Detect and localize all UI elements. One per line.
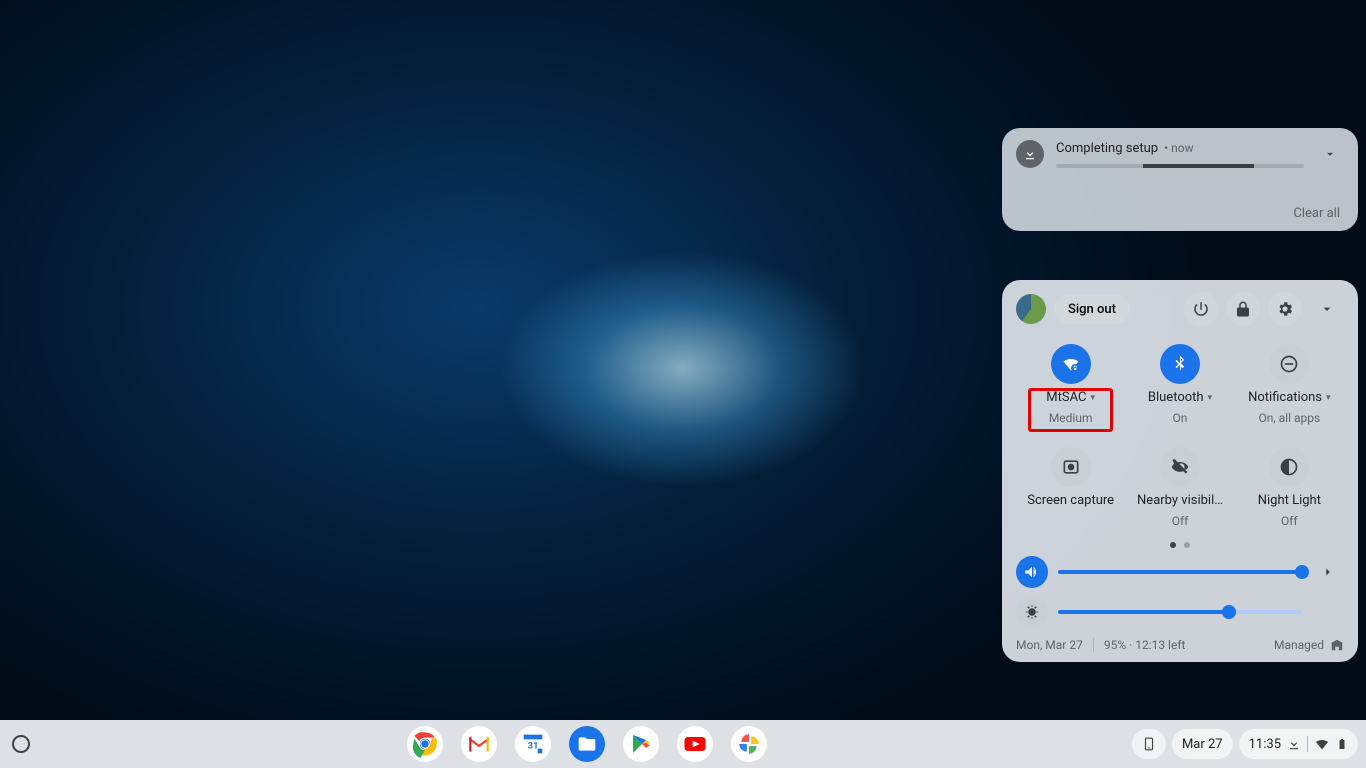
footer-battery: 95% · 12:13 left: [1104, 638, 1186, 652]
phone-hub-icon[interactable]: [1132, 729, 1166, 759]
qs-tile-dnd[interactable]: Notifications▾ On, all apps: [1235, 344, 1344, 425]
qs-tile-bluetooth[interactable]: Bluetooth▾ On: [1125, 344, 1234, 425]
youtube-icon[interactable]: [677, 726, 713, 762]
capture-icon: [1051, 447, 1091, 487]
qs-tile-night[interactable]: Night Light Off: [1235, 447, 1344, 528]
visibility-off-icon: [1160, 447, 1200, 487]
page-indicator[interactable]: [1016, 542, 1344, 548]
quick-settings-panel: Sign out MtSAC▾ Medium Bluetooth▾ On Notific…: [1002, 280, 1358, 662]
tile-sublabel: Medium: [1049, 411, 1093, 425]
play-store-icon[interactable]: [623, 726, 659, 762]
qs-tile-wifi[interactable]: MtSAC▾ Medium: [1016, 344, 1125, 425]
download-icon: [1016, 140, 1044, 168]
notification-time: now: [1171, 141, 1194, 155]
volume-slider[interactable]: [1058, 570, 1302, 574]
lock-icon[interactable]: [1226, 292, 1260, 326]
notification-title: Completing setup: [1056, 141, 1158, 156]
shelf-apps: 31: [42, 726, 1132, 762]
files-icon[interactable]: [569, 726, 605, 762]
clear-all-button[interactable]: Clear all: [1016, 206, 1344, 221]
footer-date: Mon, Mar 27: [1016, 638, 1083, 652]
notification-card: Completing setup • now Clear all: [1002, 128, 1358, 231]
tile-sublabel: On, all apps: [1258, 411, 1320, 425]
calendar-icon[interactable]: 31: [515, 726, 551, 762]
wifi-icon: [1051, 344, 1091, 384]
photos-icon[interactable]: [731, 726, 767, 762]
gmail-icon[interactable]: [461, 726, 497, 762]
tile-label: MtSAC▾: [1046, 390, 1095, 405]
chevron-down-icon[interactable]: [1316, 140, 1344, 168]
shelf: 31 Mar 27 11:35: [0, 720, 1366, 768]
desktop-wallpaper: Completing setup • now Clear all Sign ou…: [0, 0, 1366, 768]
notification-progress: [1056, 164, 1304, 168]
managed-indicator[interactable]: Managed: [1274, 638, 1344, 652]
chrome-icon[interactable]: [407, 726, 443, 762]
night-icon: [1269, 447, 1309, 487]
tile-sublabel: Off: [1172, 514, 1189, 528]
battery-status-icon: [1336, 736, 1348, 752]
dnd-icon: [1269, 344, 1309, 384]
status-tray[interactable]: 11:35: [1239, 729, 1358, 759]
audio-settings-icon[interactable]: [1312, 565, 1344, 579]
sign-out-button[interactable]: Sign out: [1054, 294, 1130, 324]
tile-label: Screen capture: [1027, 493, 1114, 508]
tile-label: Notifications▾: [1248, 390, 1330, 405]
tile-sublabel: Off: [1281, 514, 1298, 528]
tile-label: Bluetooth▾: [1148, 390, 1212, 405]
bluetooth-icon: [1160, 344, 1200, 384]
volume-icon[interactable]: [1016, 556, 1048, 588]
tile-sublabel: On: [1173, 411, 1188, 425]
avatar[interactable]: [1016, 294, 1046, 324]
download-indicator-icon: [1287, 737, 1301, 751]
wifi-status-icon: [1314, 736, 1330, 752]
brightness-icon[interactable]: [1016, 596, 1048, 628]
tile-label: Night Light: [1258, 493, 1321, 508]
power-icon[interactable]: [1184, 292, 1218, 326]
qs-tile-capture[interactable]: Screen capture: [1016, 447, 1125, 528]
tile-label: Nearby visibil…: [1137, 493, 1223, 508]
shelf-date[interactable]: Mar 27: [1172, 729, 1233, 759]
qs-tile-visibility-off[interactable]: Nearby visibil… Off: [1125, 447, 1234, 528]
shelf-time: 11:35: [1249, 737, 1281, 752]
gear-icon[interactable]: [1268, 292, 1302, 326]
collapse-icon[interactable]: [1310, 292, 1344, 326]
svg-text:31: 31: [528, 741, 539, 752]
launcher-button[interactable]: [12, 735, 30, 753]
brightness-slider[interactable]: [1058, 610, 1302, 614]
